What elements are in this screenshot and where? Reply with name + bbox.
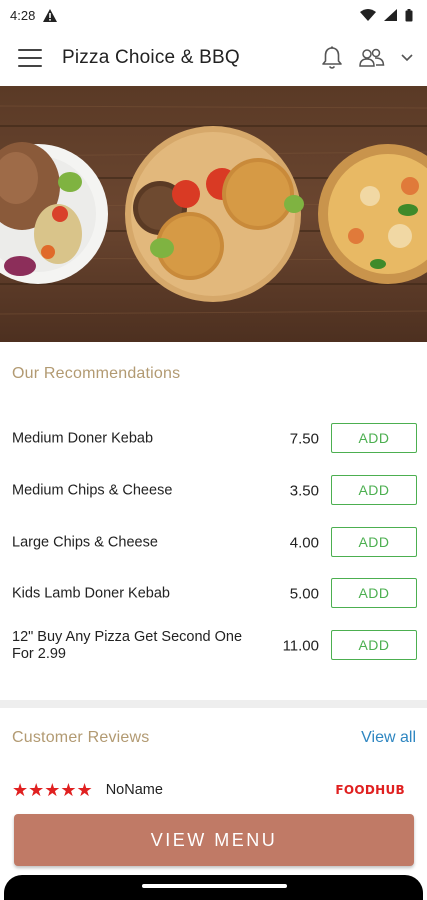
- users-icon[interactable]: [359, 48, 385, 68]
- chevron-down-icon[interactable]: [401, 54, 413, 62]
- status-time: 4:28: [10, 7, 36, 23]
- item-name: Medium Chips & Cheese: [12, 482, 173, 499]
- item-name: Kids Lamb Doner Kebab: [12, 585, 170, 602]
- alert-icon: [43, 8, 58, 22]
- hero-food-image: [0, 86, 427, 342]
- app-bar: Pizza Choice & BBQ: [0, 30, 427, 86]
- signal-icon: [384, 9, 397, 21]
- recommendation-row: Medium Chips & Cheese 3.50 ADD: [0, 471, 427, 511]
- notification-bell-icon[interactable]: [321, 46, 343, 70]
- recommendations-title: Our Recommendations: [12, 365, 181, 382]
- wifi-icon: [360, 9, 376, 21]
- recommendation-row: 12" Buy Any Pizza Get Second One For 2.9…: [0, 626, 427, 666]
- view-menu-button[interactable]: VIEW MENU: [14, 814, 414, 866]
- reviews-title: Customer Reviews: [12, 729, 150, 746]
- recommendation-row: Large Chips & Cheese 4.00 ADD: [0, 523, 427, 563]
- item-price: 4.00: [289, 534, 319, 552]
- battery-icon: [405, 8, 413, 21]
- review-item: ★★★★★ NoName FOODHUB: [12, 778, 417, 802]
- item-price: 5.00: [289, 585, 319, 603]
- recommendation-row: Medium Doner Kebab 7.50 ADD: [0, 419, 427, 459]
- item-name: Large Chips & Cheese: [12, 534, 158, 551]
- app-title: Pizza Choice & BBQ: [62, 47, 240, 68]
- view-all-link[interactable]: View all: [361, 729, 416, 747]
- home-gesture-handle[interactable]: [141, 884, 287, 888]
- add-button[interactable]: ADD: [331, 630, 417, 660]
- status-bar: 4:28: [0, 0, 427, 30]
- item-price: 7.50: [289, 430, 319, 448]
- add-button[interactable]: ADD: [331, 527, 417, 557]
- item-name: 12" Buy Any Pizza Get Second One For 2.9…: [12, 629, 243, 662]
- item-name: Medium Doner Kebab: [12, 430, 154, 447]
- menu-icon[interactable]: [18, 49, 42, 67]
- review-source-logo: FOODHUB: [335, 783, 405, 797]
- system-nav-bar: [4, 875, 423, 900]
- add-button[interactable]: ADD: [331, 475, 417, 505]
- add-button[interactable]: ADD: [331, 578, 417, 608]
- add-button[interactable]: ADD: [331, 423, 417, 453]
- reviewer-name: NoName: [105, 782, 163, 798]
- item-price: 3.50: [289, 482, 319, 500]
- recommendation-row: Kids Lamb Doner Kebab 5.00 ADD: [0, 574, 427, 614]
- item-price: 11.00: [282, 637, 319, 655]
- section-divider: [0, 700, 427, 708]
- star-rating: ★★★★★: [12, 780, 93, 800]
